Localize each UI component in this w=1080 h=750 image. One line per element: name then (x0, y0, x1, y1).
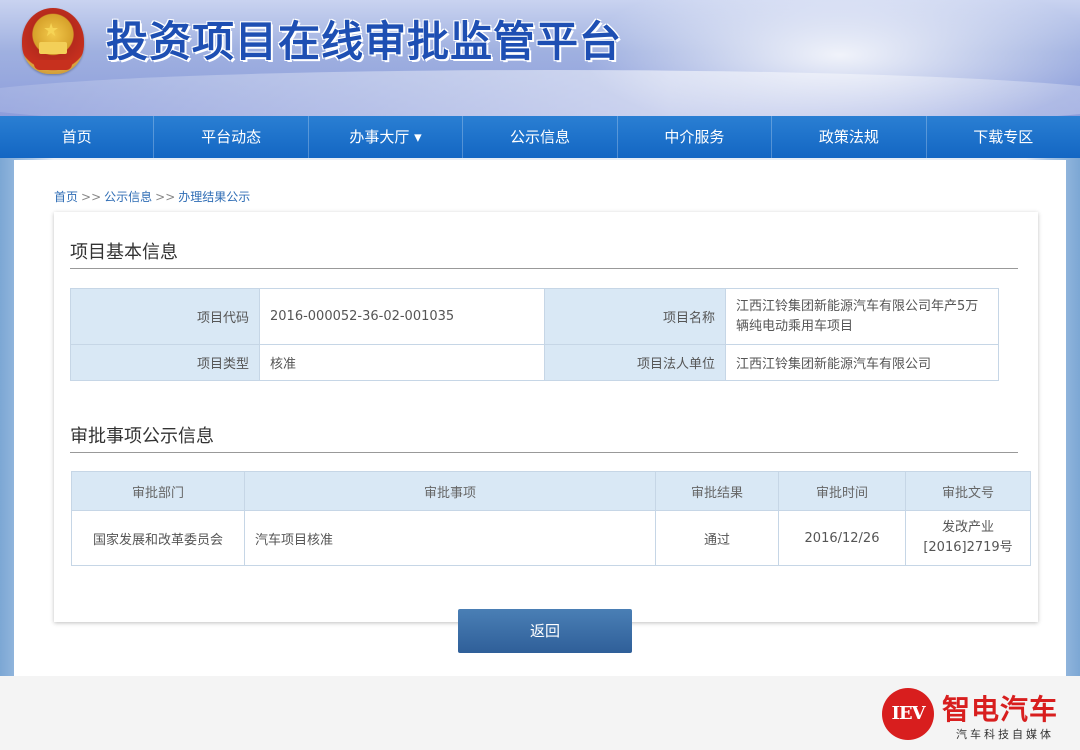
iev-logo: IEV (882, 688, 934, 740)
project-code-label: 项目代码 (70, 288, 260, 345)
nav-item-public-info[interactable]: 公示信息 (463, 116, 618, 158)
brand-name: 智电汽车 (942, 693, 1059, 726)
ribbon-icon (34, 60, 72, 70)
basic-info-table: 项目代码 2016-000052-36-02-001035 项目名称 江西江铃集… (70, 288, 999, 381)
project-name-value: 江西江铃集团新能源汽车有限公司年产5万辆纯电动乘用车项目 (725, 288, 999, 345)
breadcrumb-separator: >> (155, 190, 176, 204)
header-swoosh (0, 70, 1080, 116)
approval-date-cell: 2016/12/26 (778, 510, 906, 566)
table-header-row: 审批部门 审批事项 审批结果 审批时间 审批文号 (71, 471, 1031, 511)
project-code-value: 2016-000052-36-02-001035 (259, 288, 545, 345)
breadcrumb-separator: >> (81, 190, 102, 204)
project-type-label: 项目类型 (70, 344, 260, 381)
breadcrumb: 首页 >> 公示信息 >> 办理结果公示 (54, 188, 250, 205)
nav-item-policy[interactable]: 政策法规 (772, 116, 927, 158)
main-content: 首页 >> 公示信息 >> 办理结果公示 项目基本信息 项目代码 2016-000052… (14, 160, 1066, 676)
legal-entity-value: 江西江铃集团新能源汽车有限公司 (725, 344, 999, 381)
breadcrumb-public-info-link[interactable]: 公示信息 (104, 190, 152, 204)
basic-info-title: 项目基本信息 (70, 238, 1018, 269)
nav-item-platform-news[interactable]: 平台动态 (154, 116, 309, 158)
gate-icon (39, 42, 67, 54)
nav-item-home[interactable]: 首页 (0, 116, 155, 158)
approval-department-cell: 国家发展和改革委员会 (71, 510, 245, 566)
nav-item-intermediary[interactable]: 中介服务 (618, 116, 773, 158)
return-button[interactable]: 返回 (458, 609, 632, 653)
site-title: 投资项目在线审批监管平台 (106, 17, 623, 66)
project-type-value: 核准 (259, 344, 545, 381)
column-header: 审批结果 (655, 471, 779, 511)
approval-info-title: 审批事项公示信息 (70, 422, 1018, 453)
national-emblem-icon: ★ (22, 8, 84, 74)
detail-panel: 项目基本信息 项目代码 2016-000052-36-02-001035 项目名… (54, 212, 1038, 622)
approval-item-cell: 汽车项目核准 (244, 510, 656, 566)
approval-result-cell: 通过 (655, 510, 779, 566)
breadcrumb-current[interactable]: 办理结果公示 (178, 190, 250, 204)
brand-subtitle: 汽车科技自媒体 (956, 728, 1054, 741)
column-header: 审批部门 (71, 471, 245, 511)
table-row: 项目类型 核准 项目法人单位 江西江铃集团新能源汽车有限公司 (70, 344, 999, 381)
approval-table: 审批部门 审批事项 审批结果 审批时间 审批文号 国家发展和改革委员会 汽车项目… (71, 471, 1031, 566)
nav-item-service-hall[interactable]: 办事大厅 ▾ (309, 116, 464, 158)
project-name-label: 项目名称 (544, 288, 726, 345)
column-header: 审批文号 (905, 471, 1031, 511)
star-icon: ★ (43, 20, 60, 41)
column-header: 审批事项 (244, 471, 656, 511)
page-header: ★ 投资项目在线审批监管平台 (0, 0, 1080, 116)
table-row: 国家发展和改革委员会 汽车项目核准 通过 2016/12/26 发改产业[201… (71, 510, 1031, 566)
nav-item-downloads[interactable]: 下载专区 (927, 116, 1080, 158)
breadcrumb-home-link[interactable]: 首页 (54, 190, 78, 204)
legal-entity-label: 项目法人单位 (544, 344, 726, 381)
table-row: 项目代码 2016-000052-36-02-001035 项目名称 江西江铃集… (70, 288, 999, 345)
approval-doc-number-cell: 发改产业[2016]2719号 (905, 510, 1031, 566)
column-header: 审批时间 (778, 471, 906, 511)
main-navbar: 首页 平台动态 办事大厅 ▾ 公示信息 中介服务 政策法规 下载专区 (0, 116, 1080, 158)
